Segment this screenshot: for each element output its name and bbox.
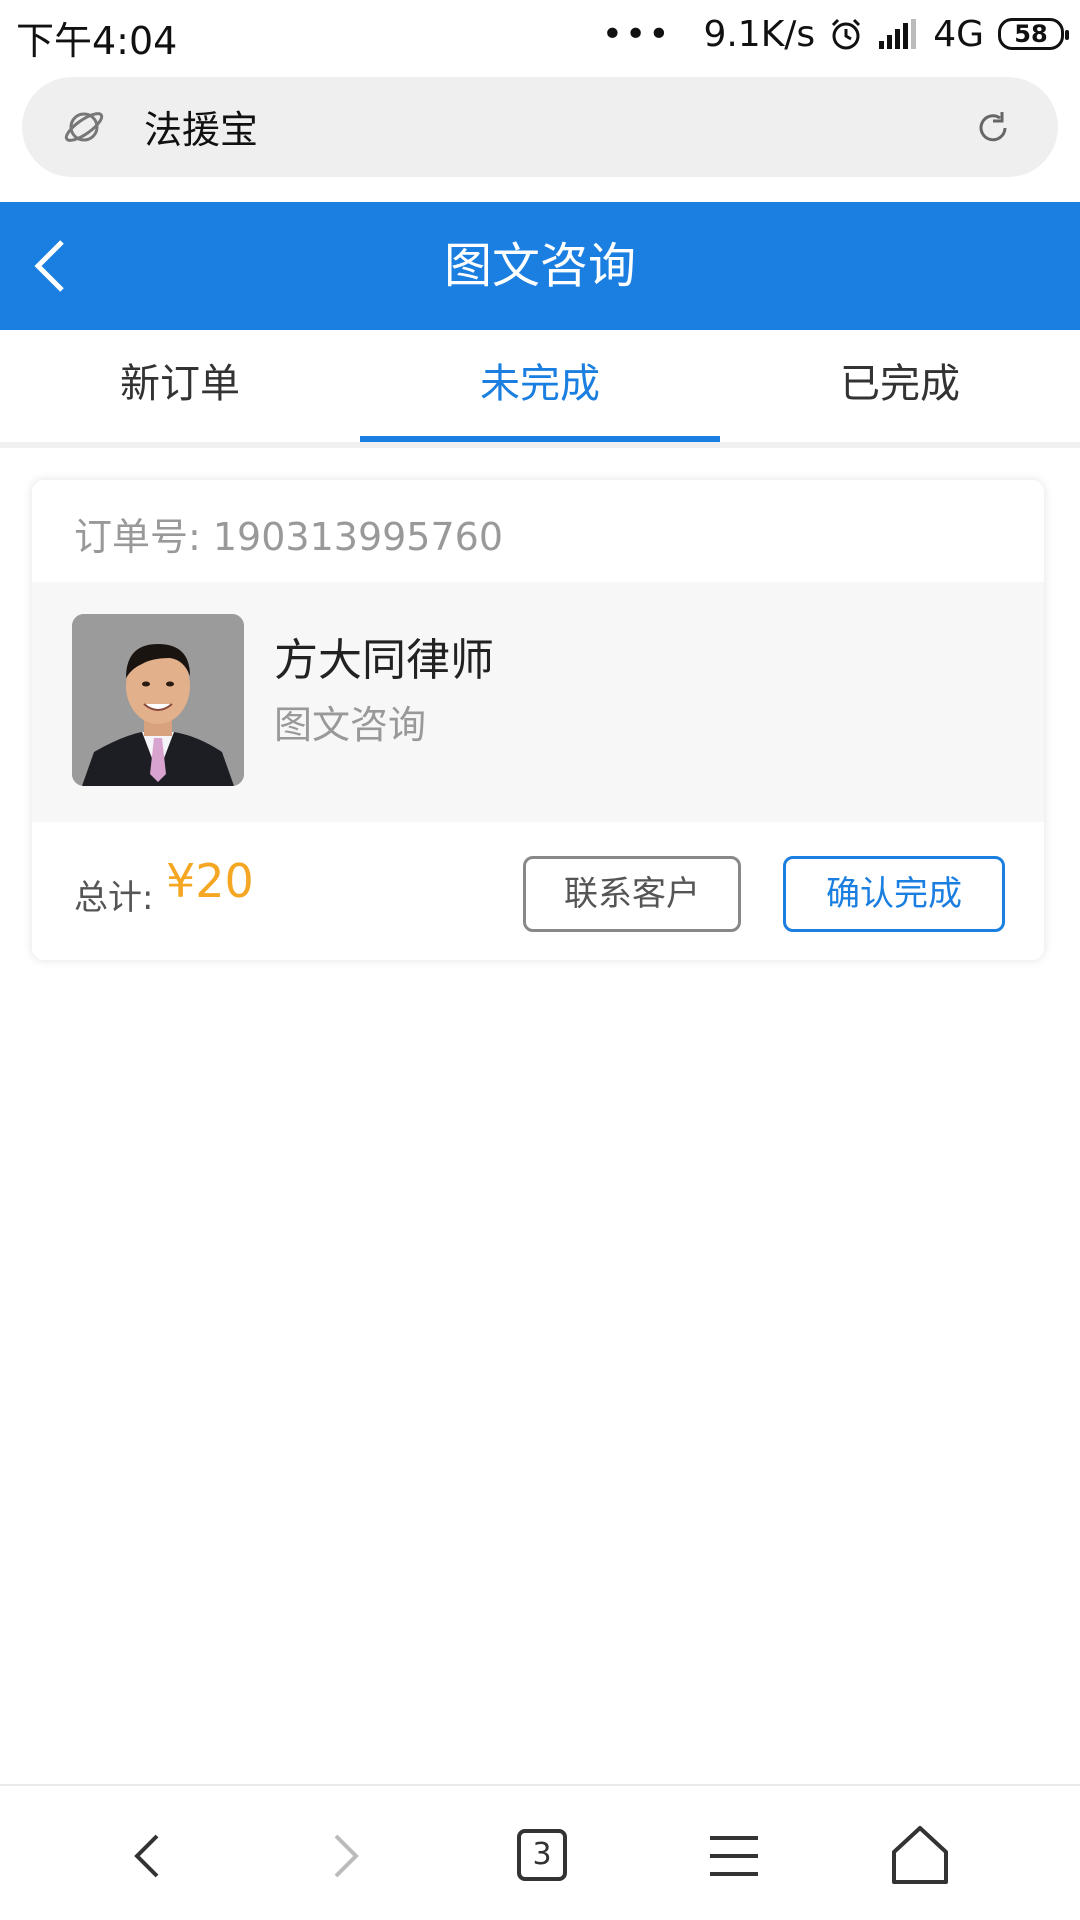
tab-incomplete[interactable]: 未完成 (360, 330, 720, 442)
contact-customer-button[interactable]: 联系客户 (523, 856, 741, 932)
network-speed: 9.1K/s (703, 13, 816, 55)
avatar-portrait-icon (72, 614, 244, 786)
nav-home-button[interactable] (880, 1816, 960, 1896)
nav-back-button[interactable] (107, 1816, 187, 1896)
order-footer: 总计: ¥20 联系客户 确认完成 (32, 822, 1044, 960)
tabs-icon: 3 (517, 1829, 567, 1881)
service-type: 图文咨询 (274, 703, 427, 747)
address-bar[interactable]: 法援宝 (22, 77, 1058, 177)
nav-menu-button[interactable] (694, 1816, 774, 1896)
page-title: 图文咨询 (443, 238, 636, 294)
home-icon (892, 1826, 948, 1884)
forward-icon (334, 1834, 359, 1878)
refresh-icon[interactable] (972, 107, 1014, 149)
order-tabs: 新订单 未完成 已完成 (0, 330, 1080, 448)
page-header: 图文咨询 (0, 202, 1080, 330)
order-card[interactable]: 订单号: 190313995760 方大同律师 图文咨询 总计: ¥20 联系客… (32, 480, 1044, 960)
total-label: 总计: (74, 878, 154, 918)
status-time: 下午4:04 (16, 19, 178, 63)
battery-icon: 58 (998, 18, 1069, 50)
alarm-icon (832, 18, 861, 50)
tab-completed[interactable]: 已完成 (720, 330, 1080, 442)
order-details[interactable]: 方大同律师 图文咨询 (32, 582, 1044, 822)
network-type: 4G (933, 13, 984, 55)
signal-icon (879, 19, 917, 49)
more-dots: ••• (601, 13, 672, 55)
tab-new-orders[interactable]: 新订单 (0, 330, 360, 442)
status-indicators: ••• 9.1K/s 4G 58 (601, 12, 1069, 56)
nav-forward-button[interactable] (306, 1816, 386, 1896)
nav-tabs-button[interactable]: 3 (500, 1816, 580, 1896)
total-price: ¥20 (166, 854, 254, 908)
address-text[interactable]: 法援宝 (144, 99, 258, 154)
back-icon (134, 1834, 159, 1878)
back-arrow-icon[interactable] (28, 234, 72, 298)
status-bar: 下午4:04 ••• 9.1K/s 4G 58 (0, 0, 1080, 68)
browser-bottom-nav: 3 (0, 1784, 1080, 1920)
order-number: 订单号: 190313995760 (74, 515, 504, 559)
confirm-complete-button[interactable]: 确认完成 (783, 856, 1005, 932)
lawyer-avatar (72, 614, 244, 786)
menu-icon (710, 1836, 758, 1876)
lawyer-name: 方大同律师 (274, 635, 494, 686)
planet-icon (64, 112, 104, 142)
